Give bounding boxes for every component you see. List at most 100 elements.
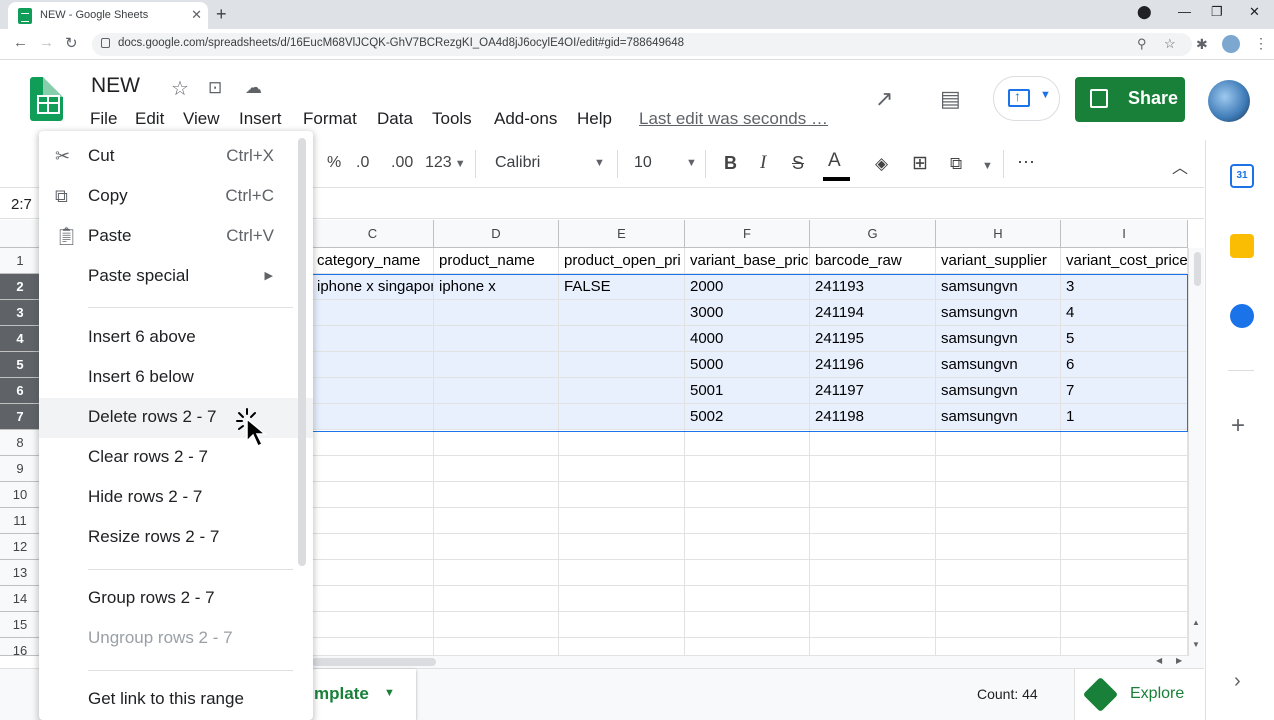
menu-item-paste-special[interactable]: Paste special ▶ [39, 257, 313, 297]
present-button[interactable]: ▼ [993, 76, 1060, 121]
forward-icon[interactable]: → [39, 34, 54, 51]
cell[interactable] [312, 638, 434, 655]
cell[interactable] [936, 534, 1061, 560]
back-icon[interactable]: ← [13, 34, 28, 51]
cell[interactable] [312, 482, 434, 508]
cell[interactable] [1061, 586, 1188, 612]
cell[interactable] [685, 430, 810, 456]
move-folder-icon[interactable]: ⊡ [208, 78, 222, 98]
reload-icon[interactable]: ↻ [65, 34, 78, 52]
menu-item-paste[interactable]: 📋︎ Paste Ctrl+V [39, 217, 313, 257]
cell[interactable] [685, 612, 810, 638]
bookmark-star-icon[interactable]: ☆ [1164, 36, 1176, 52]
menu-item-cut[interactable]: ✂ Cut Ctrl+X [39, 137, 313, 177]
cell[interactable] [685, 560, 810, 586]
chevron-down-icon[interactable]: ▼ [384, 687, 395, 699]
row-header[interactable]: 4 [0, 326, 40, 352]
cell[interactable] [810, 534, 936, 560]
cell[interactable] [559, 586, 685, 612]
cell[interactable] [1061, 508, 1188, 534]
menu-help[interactable]: Help [577, 109, 612, 129]
cell[interactable] [559, 508, 685, 534]
menu-tools[interactable]: Tools [432, 109, 472, 129]
cell[interactable] [434, 456, 559, 482]
cell[interactable] [559, 560, 685, 586]
tasks-icon[interactable] [1230, 304, 1254, 328]
cell[interactable] [1061, 534, 1188, 560]
column-header-d[interactable]: D [434, 220, 559, 248]
cell[interactable] [312, 534, 434, 560]
cell[interactable] [810, 560, 936, 586]
cell[interactable]: category_name [312, 248, 434, 274]
horizontal-scrollbar[interactable]: ◀ ▶ [312, 656, 1204, 668]
omnibox[interactable]: docs.google.com/spreadsheets/d/16EucM68V… [92, 33, 1192, 56]
name-box[interactable]: 2:7 [11, 196, 32, 213]
menu-item-copy[interactable]: ⧉ Copy Ctrl+C [39, 177, 313, 217]
bold-button[interactable]: B [724, 153, 737, 174]
star-icon[interactable]: ☆ [171, 76, 189, 101]
profile-avatar-small[interactable] [1222, 35, 1240, 53]
cell[interactable] [312, 560, 434, 586]
cell[interactable] [936, 612, 1061, 638]
cell[interactable] [559, 612, 685, 638]
scroll-up-icon[interactable]: ▲ [1192, 618, 1200, 627]
font-size-select[interactable]: 10 ▼ [634, 154, 697, 172]
cell[interactable]: variant_cost_price [1061, 248, 1188, 274]
browser-tab[interactable]: NEW - Google Sheets ✕ [8, 2, 208, 29]
column-header-c[interactable]: C [312, 220, 434, 248]
minimize-button[interactable]: — [1178, 4, 1191, 19]
row-header[interactable]: 10 [0, 482, 40, 508]
menu-scrollbar[interactable] [298, 138, 306, 566]
menu-item-group-rows[interactable]: Group rows 2 - 7 [39, 579, 313, 619]
cell[interactable] [434, 430, 559, 456]
cell[interactable] [810, 482, 936, 508]
row-header[interactable]: 13 [0, 560, 40, 586]
italic-button[interactable]: I [760, 152, 766, 174]
collapse-menus-icon[interactable]: ︿ [1172, 154, 1188, 178]
scrollbar-thumb[interactable] [1194, 252, 1201, 286]
text-color-button[interactable]: A [828, 150, 841, 172]
menu-item-hide-rows[interactable]: Hide rows 2 - 7 [39, 478, 313, 518]
sheets-logo-icon[interactable] [30, 77, 63, 121]
last-edit-link[interactable]: Last edit was seconds … [639, 109, 828, 129]
cell[interactable] [434, 534, 559, 560]
menu-insert[interactable]: Insert [239, 109, 282, 129]
column-header-g[interactable]: G [810, 220, 936, 248]
cell[interactable] [936, 508, 1061, 534]
menu-item-insert-above[interactable]: Insert 6 above [39, 318, 313, 358]
row-header[interactable]: 16 [0, 638, 40, 656]
fill-color-icon[interactable]: ◈ [875, 154, 888, 174]
cell[interactable] [810, 638, 936, 655]
row-header[interactable]: 8 [0, 430, 40, 456]
chevron-down-icon[interactable]: ▼ [982, 160, 993, 172]
menu-item-resize-rows[interactable]: Resize rows 2 - 7 [39, 518, 313, 558]
menu-edit[interactable]: Edit [135, 109, 164, 129]
row-header[interactable]: 11 [0, 508, 40, 534]
cell[interactable] [559, 638, 685, 655]
column-header-e[interactable]: E [559, 220, 685, 248]
cell[interactable] [1061, 638, 1188, 655]
cell[interactable] [810, 586, 936, 612]
activity-dashboard-icon[interactable]: ↗ [875, 86, 893, 112]
row-header[interactable]: 5 [0, 352, 40, 378]
cell[interactable] [1061, 482, 1188, 508]
more-options-icon[interactable]: ⋯ [1017, 152, 1035, 173]
cell[interactable] [559, 482, 685, 508]
row-header[interactable]: 1 [0, 248, 40, 274]
cloud-status-icon[interactable]: ☁ [245, 78, 262, 98]
font-family-select[interactable]: Calibri ▼ [495, 154, 605, 172]
row-header[interactable]: 2 [0, 274, 40, 300]
cell[interactable] [559, 534, 685, 560]
sheet-tab[interactable]: mplate ▼ [300, 669, 416, 720]
menu-item-insert-below[interactable]: Insert 6 below [39, 358, 313, 398]
new-tab-button[interactable]: + [216, 4, 227, 25]
cell[interactable] [685, 482, 810, 508]
menu-item-get-link[interactable]: Get link to this range [39, 680, 313, 720]
zoom-icon[interactable]: ⚲ [1137, 36, 1147, 52]
cell[interactable] [685, 456, 810, 482]
account-avatar[interactable] [1208, 80, 1250, 122]
decrease-decimal-button[interactable]: .0 [356, 154, 369, 172]
cell[interactable]: product_open_pri [559, 248, 685, 274]
menu-view[interactable]: View [183, 109, 220, 129]
cell[interactable]: variant_base_pric [685, 248, 810, 274]
